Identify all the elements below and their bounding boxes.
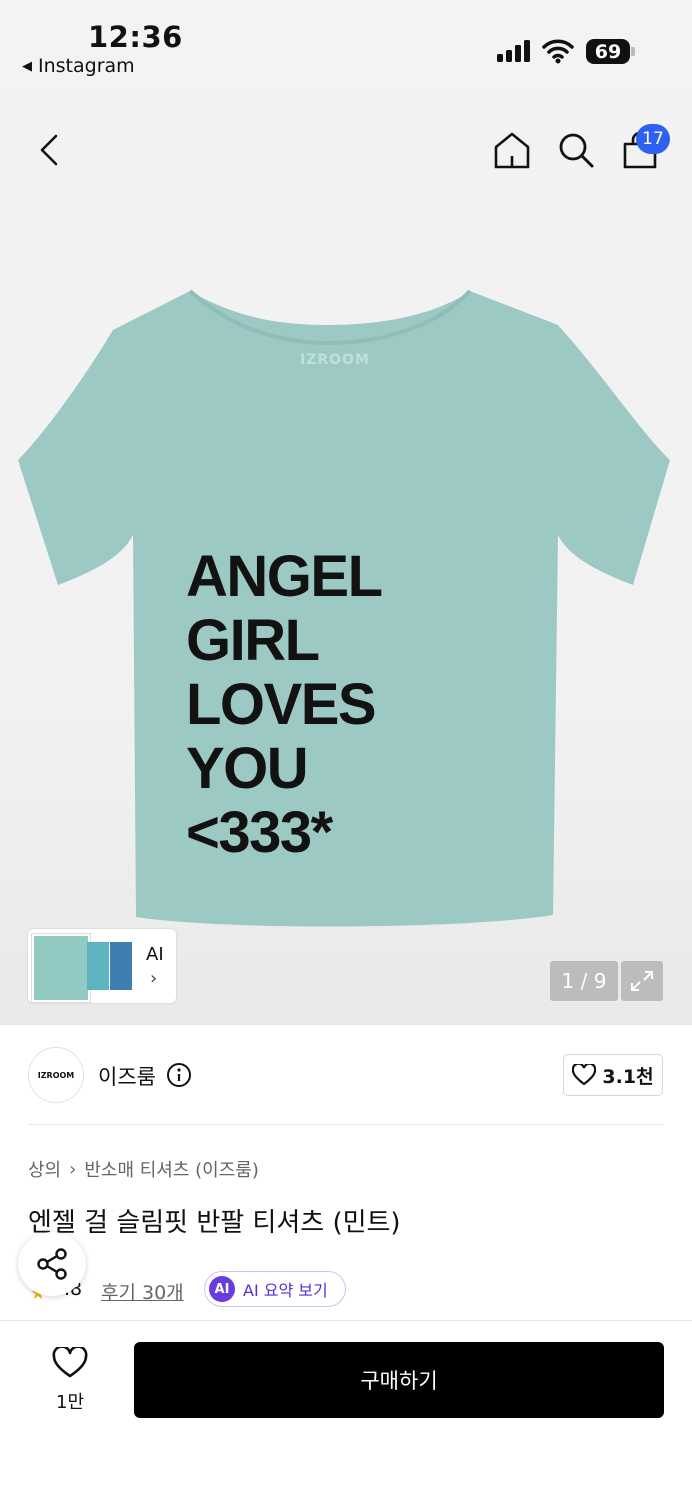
search-icon[interactable]	[556, 130, 596, 170]
ai-summary-label: AI 요약 보기	[243, 1281, 328, 1300]
battery-indicator: 69	[586, 39, 630, 64]
bottom-bar-divider	[0, 1320, 692, 1321]
back-triangle-icon: ◀	[22, 58, 32, 74]
print-line: <333*	[186, 800, 333, 865]
back-app-label: Instagram	[38, 55, 135, 77]
info-icon[interactable]	[166, 1062, 192, 1088]
wifi-icon	[542, 39, 574, 64]
back-icon[interactable]	[36, 132, 62, 168]
thumbnail-image[interactable]	[110, 942, 132, 990]
home-icon[interactable]	[492, 130, 532, 170]
print-line: GIRL	[186, 608, 320, 673]
back-to-app-link[interactable]: ◀ Instagram	[22, 55, 135, 77]
print-line: LOVES	[186, 672, 377, 737]
heart-icon	[572, 1064, 597, 1086]
status-time: 12:36	[88, 20, 183, 54]
product-title: 엔젤 걸 슬림핏 반팔 티셔츠 (민트)	[28, 1208, 401, 1238]
thumbnail-image[interactable]	[87, 942, 109, 990]
ai-summary-button[interactable]: AI AI 요약 보기	[204, 1271, 346, 1307]
signal-icon	[497, 40, 530, 62]
store-name[interactable]: 이즈룸	[98, 1061, 156, 1091]
heart-icon[interactable]	[52, 1347, 88, 1379]
breadcrumb-item[interactable]: 상의	[28, 1156, 61, 1182]
tee-slogan-print: ANGEL GIRL LOVES YOU <333*	[186, 544, 383, 865]
store-logo[interactable]: IZROOM	[28, 1047, 84, 1103]
thumbnail-ai-label: AI	[146, 944, 164, 965]
cart-count-badge: 17	[636, 124, 670, 154]
chevron-right-icon: ›	[150, 968, 158, 989]
battery-nub	[631, 47, 635, 56]
reviews-link[interactable]: 후기 30개	[101, 1278, 184, 1305]
breadcrumb: 상의 › 반소매 티셔츠 (이즈룸)	[28, 1156, 259, 1182]
image-pager: 1 / 9	[550, 961, 618, 1001]
store-like-button[interactable]: 3.1천	[563, 1054, 663, 1096]
share-icon	[37, 1248, 67, 1280]
print-line: ANGEL	[186, 544, 383, 609]
expand-icon[interactable]	[621, 961, 663, 1001]
print-line: YOU	[186, 736, 309, 801]
store-like-count: 3.1천	[602, 1065, 654, 1088]
wish-count: 1만	[56, 1392, 85, 1413]
ai-badge-icon: AI	[209, 1276, 235, 1302]
divider	[28, 1124, 664, 1125]
buy-button[interactable]: 구매하기	[134, 1342, 664, 1418]
breadcrumb-item[interactable]: 반소매 티셔츠 (이즈룸)	[84, 1156, 259, 1182]
share-button[interactable]	[18, 1232, 86, 1296]
chevron-right-icon: ›	[69, 1158, 77, 1180]
thumbnail-image[interactable]	[31, 933, 91, 1003]
tee-brand-print: IZROOM	[300, 352, 370, 368]
